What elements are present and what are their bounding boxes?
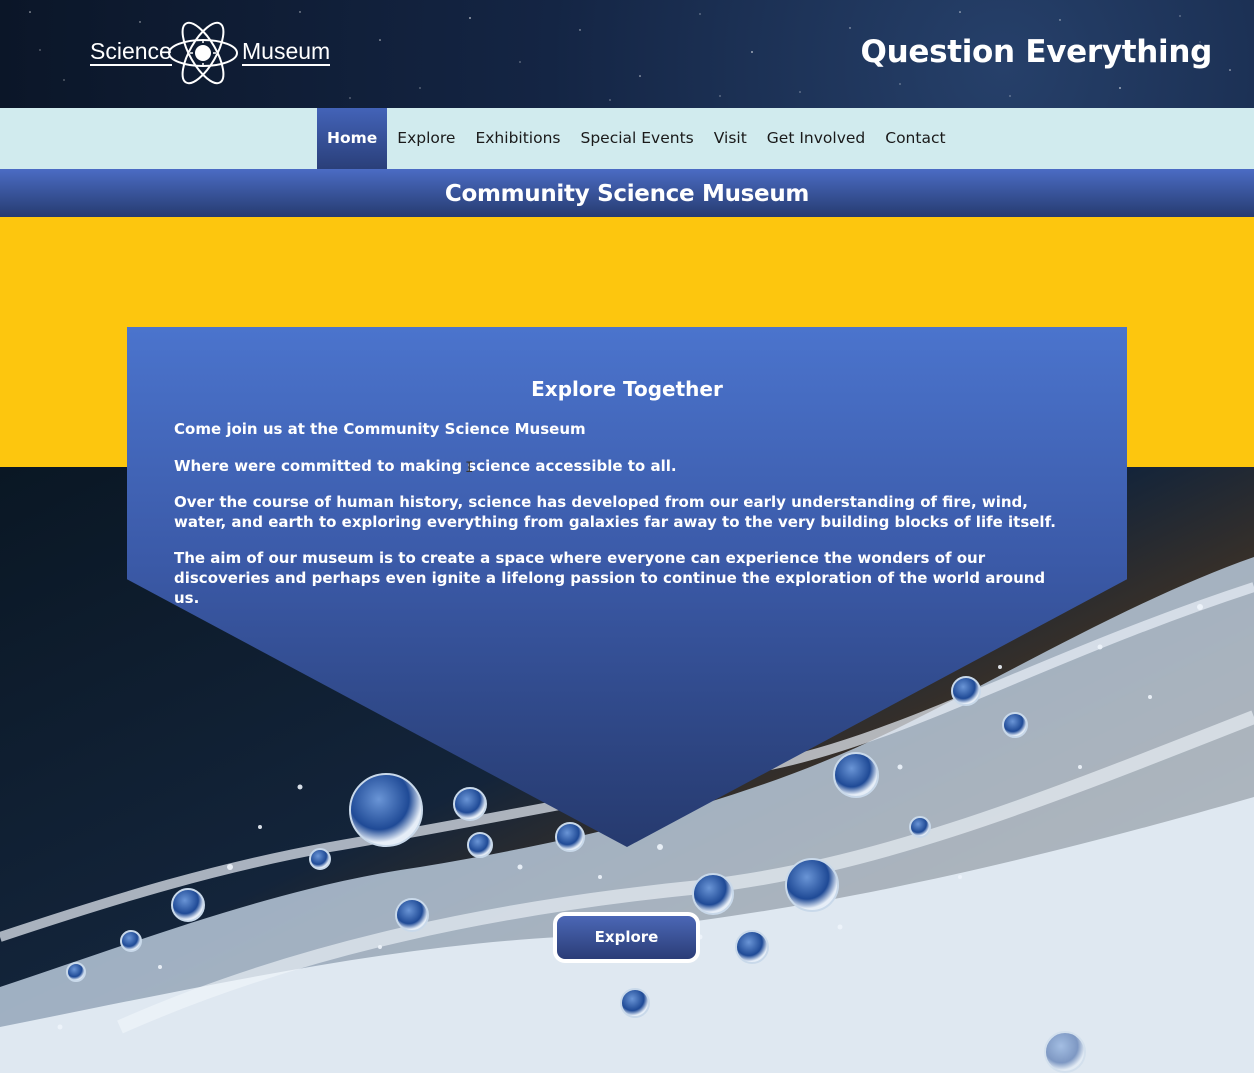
logo-text-science: Science [90,38,172,66]
site-tagline: Question Everything [860,34,1213,70]
nav-item-visit[interactable]: Visit [704,108,757,169]
nav-item-home[interactable]: Home [317,108,388,169]
page-title: Community Science Museum [444,181,810,207]
card-paragraph: Where were committed to making science a… [174,457,677,475]
main-navigation: Home Explore Exhibitions Special Events … [0,108,1254,169]
card-paragraph: Come join us at the Community Science Mu… [174,420,586,438]
site-logo[interactable]: Science Museum [90,16,331,90]
card-paragraph: The aim of our museum is to create a spa… [174,549,1046,607]
nav-list: Home Explore Exhibitions Special Events … [317,108,956,169]
atom-icon [168,21,238,85]
logo-text-museum: Museum [242,38,331,66]
page-title-band: Community Science Museum [0,169,1254,217]
card-paragraph: Over the course of human history, scienc… [174,493,1056,531]
site-header: Science Museum Question Everything [0,0,1254,108]
nav-item-explore[interactable]: Explore [387,108,465,169]
nav-item-exhibitions[interactable]: Exhibitions [465,108,570,169]
nav-item-contact[interactable]: Contact [875,108,955,169]
text-cursor-icon: I [465,460,474,476]
card-heading: Explore Together [531,377,723,401]
explore-button[interactable]: Explore [553,912,700,963]
nav-item-special-events[interactable]: Special Events [570,108,703,169]
nav-item-get-involved[interactable]: Get Involved [757,108,875,169]
